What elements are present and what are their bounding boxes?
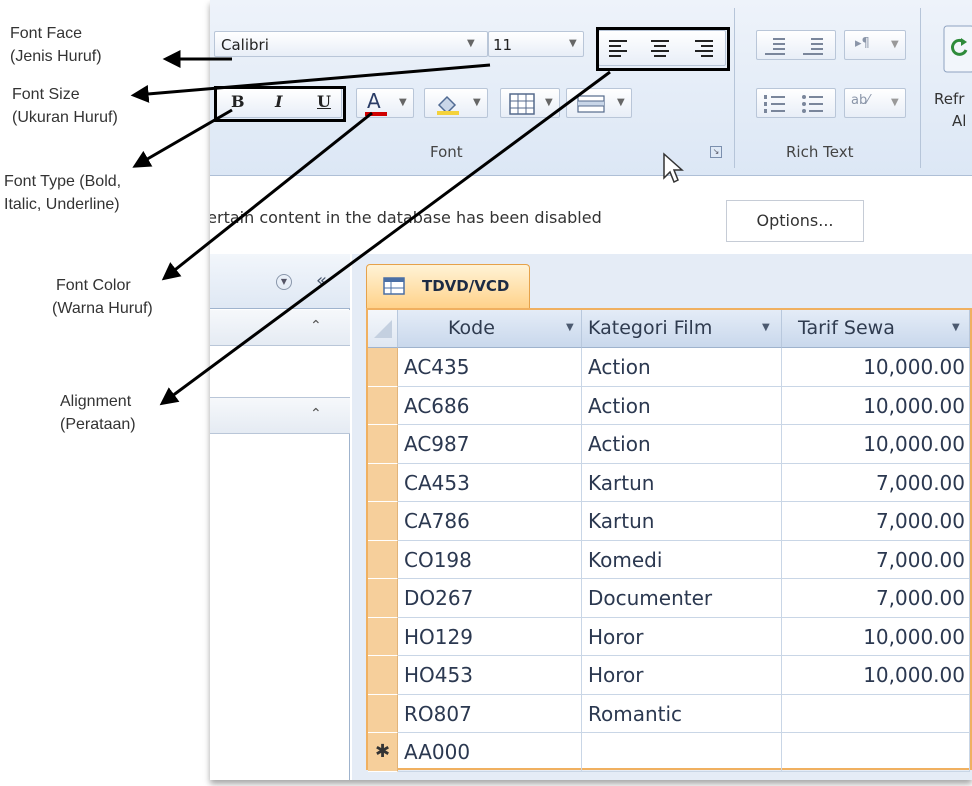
arrow-font-size [130,63,491,103]
arrow-alignment [159,70,611,406]
arrow-font-type [132,108,233,168]
annotation-arrows [130,50,611,406]
arrow-font-color [161,111,373,281]
